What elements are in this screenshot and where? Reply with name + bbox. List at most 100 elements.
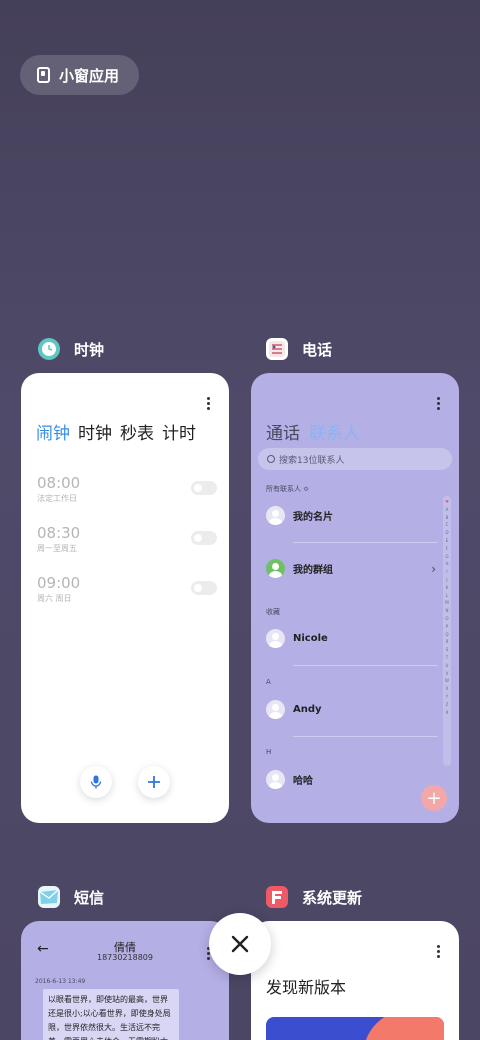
add-alarm-button[interactable] [138,766,170,798]
section-a: A [266,678,271,686]
my-card-item[interactable]: 我的名片 [266,506,436,525]
phone-app-header[interactable]: 电话 [266,338,332,360]
alarm-repeat: 周六 周日 [37,594,72,603]
avatar [266,629,285,648]
messages-app-icon [38,886,60,908]
add-contact-button[interactable]: + [421,785,447,811]
contact-item[interactable]: Nicole [266,629,436,648]
plus-icon: + [426,787,442,809]
alarm-item[interactable]: 08:00 法定工作日 [37,474,217,504]
index-letter[interactable]: I [443,568,451,576]
avatar [266,770,285,789]
messages-app-card[interactable]: ← 倩倩 18730218809 2016-6-13 13:49 以眼看世界，即… [21,921,229,1040]
index-letter[interactable]: J [443,576,451,584]
index-letter[interactable]: A [443,506,451,514]
contact-item[interactable]: Andy [266,700,436,719]
index-letter[interactable]: M [443,599,451,607]
alarm-time: 08:00 [37,474,81,492]
clock-app-icon [38,338,60,360]
group-icon [266,559,285,578]
voice-alarm-button[interactable] [80,766,112,798]
messages-app-name: 短信 [74,888,105,907]
small-window-apps-button[interactable]: 小窗应用 [20,55,139,95]
alarm-time: 09:00 [37,574,81,592]
index-letter[interactable]: N [443,607,451,615]
alarm-repeat: 周一至周五 [37,544,77,553]
tab-contacts[interactable]: 联系人 [309,419,360,444]
clock-app-header[interactable]: 时钟 [38,338,104,360]
more-options-icon[interactable] [207,397,211,412]
tab-calls[interactable]: 通话 [266,419,300,444]
alarm-toggle[interactable] [191,531,217,545]
index-letter[interactable]: Y [443,693,451,701]
contact-name: Andy [293,704,322,715]
index-letter[interactable]: O [443,615,451,623]
tab-timer[interactable]: 计时 [162,419,196,444]
avatar [266,700,285,719]
messages-app-header[interactable]: 短信 [38,886,104,908]
index-letter[interactable]: U [443,662,451,670]
update-title: 发现新版本 [266,978,347,997]
index-letter[interactable]: F [443,545,451,553]
alarm-toggle[interactable] [191,581,217,595]
index-letter[interactable]: D [443,529,451,537]
alarm-item[interactable]: 09:00 周六 周日 [37,574,217,604]
index-letter[interactable]: T [443,654,451,662]
clock-app-card[interactable]: 闹钟 时钟 秒表 计时 08:00 法定工作日 08:30 周一至周五 09:0… [21,373,229,823]
index-letter[interactable]: # [443,709,451,717]
message-timestamp: 2016-6-13 13:49 [35,978,86,985]
phone-app-name: 电话 [302,340,333,359]
system-update-app-name: 系统更新 [302,888,363,907]
microphone-icon [90,775,102,789]
contact-name: Nicole [293,633,328,644]
index-letter[interactable]: L [443,592,451,600]
alphabet-index-scrollbar[interactable]: ♥ A B C D E F G H I J K L M N O P Q R S T U V W X Y Z # [443,496,451,766]
more-options-icon[interactable] [437,397,441,412]
conversation-contact-number: 18730218809 [97,953,153,962]
more-options-icon[interactable] [437,945,441,960]
clear-all-button[interactable] [209,913,271,975]
index-letter[interactable]: P [443,623,451,631]
section-favorites: 收藏 [266,608,280,616]
plus-icon [148,776,160,788]
tab-alarm[interactable]: 闹钟 [36,419,70,444]
phone-app-card[interactable]: 通话 联系人 搜索13位联系人 所有联系人 ≎ 我的名片 我的群组 › 收藏 N… [251,373,459,823]
index-letter[interactable]: E [443,537,451,545]
contact-name: 哈哈 [293,776,313,787]
alarm-time: 08:30 [37,524,81,542]
index-letter[interactable]: X [443,685,451,693]
index-letter[interactable]: S [443,646,451,654]
update-banner-image [266,1017,444,1040]
index-letter[interactable]: ♥ [443,498,451,506]
small-window-icon [37,67,50,83]
index-letter[interactable]: V [443,670,451,678]
message-bubble: 以眼看世界，即使站的最高，世界还是很小;以心看世界，即使身处局限，世界依然很大。… [43,989,179,1040]
tab-clock[interactable]: 时钟 [78,419,112,444]
my-groups-label: 我的群组 [293,565,333,576]
index-letter[interactable]: W [443,677,451,685]
section-h: H [266,748,272,756]
system-update-app-header[interactable]: 系统更新 [266,886,362,908]
system-update-app-card[interactable]: 发现新版本 [251,921,459,1040]
alarm-item[interactable]: 08:30 周一至周五 [37,524,217,554]
index-letter[interactable]: K [443,584,451,592]
contact-item[interactable]: 哈哈 [266,770,436,789]
index-letter[interactable]: B [443,514,451,522]
divider [293,665,438,666]
index-letter[interactable]: Q [443,631,451,639]
index-letter[interactable]: C [443,521,451,529]
all-contacts-filter[interactable]: 所有联系人 ≎ [266,484,309,494]
system-update-app-icon [266,886,288,908]
contact-search-input[interactable]: 搜索13位联系人 [258,448,452,470]
index-letter[interactable]: H [443,560,451,568]
my-groups-item[interactable]: 我的群组 › [266,559,436,578]
chevron-right-icon: › [431,561,436,576]
search-placeholder: 搜索13位联系人 [279,455,345,466]
tab-stopwatch[interactable]: 秒表 [120,419,154,444]
index-letter[interactable]: G [443,553,451,561]
search-icon [267,455,275,463]
index-letter[interactable]: Z [443,701,451,709]
avatar [266,506,285,525]
index-letter[interactable]: R [443,638,451,646]
alarm-toggle[interactable] [191,481,217,495]
